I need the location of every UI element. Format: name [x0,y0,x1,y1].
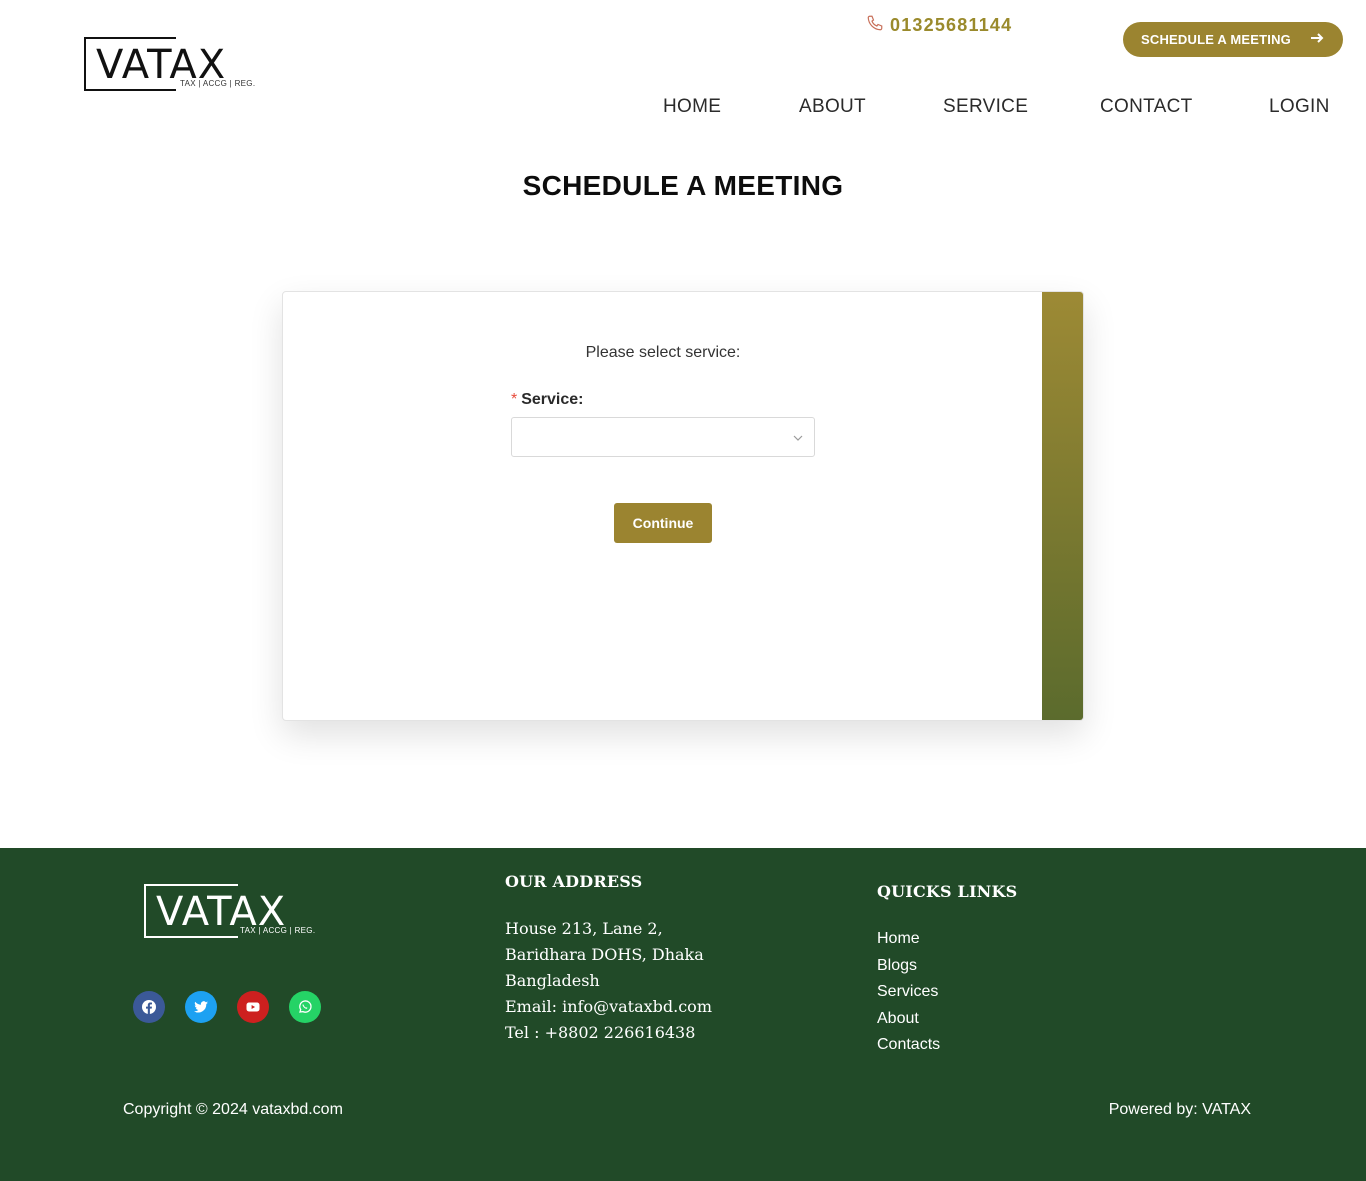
nav-login[interactable]: LOGIN [1269,96,1330,118]
address-line: House 213, Lane 2, [505,919,663,938]
header-phone[interactable]: 01325681144 [866,14,1012,37]
site-footer: VATAX TAX | ACCG | REG. OUR ADDRESS Hous… [0,848,1366,1181]
phone-number: 01325681144 [890,15,1013,35]
phone-icon [866,14,884,37]
address-line: Baridhara DOHS, Dhaka [505,945,704,964]
twitter-icon[interactable] [185,991,217,1023]
footer-logo-tagline: TAX | ACCG | REG. [240,926,316,935]
header-logo[interactable]: VATAX TAX | ACCG | REG. [84,37,264,93]
nav-about[interactable]: ABOUT [799,96,866,118]
footer-link-blogs[interactable]: Blogs [877,953,940,980]
youtube-icon[interactable] [237,991,269,1023]
schedule-form-card: Please select service: * Service: Continu… [282,291,1084,721]
address-phone[interactable]: Tel : +8802 226616438 [505,1020,712,1046]
address-title: OUR ADDRESS [505,872,643,891]
nav-service[interactable]: SERVICE [943,96,1028,118]
footer-link-services[interactable]: Services [877,979,940,1006]
footer-link-home[interactable]: Home [877,926,940,953]
nav-contact[interactable]: CONTACT [1100,96,1193,118]
powered-by-text: Powered by: VATAX [1108,1101,1251,1118]
continue-button[interactable]: Continue [614,503,712,543]
address-block: House 213, Lane 2, Baridhara DOHS, Dhaka… [505,916,712,1046]
social-links [133,991,321,1023]
logo-tagline: TAX | ACCG | REG. [180,79,256,88]
nav-home[interactable]: HOME [663,96,721,118]
arrow-right-icon [1309,30,1325,49]
address-email[interactable]: Email: info@vataxbd.com [505,994,712,1020]
service-select[interactable] [511,417,815,457]
main-nav: HOME ABOUT SERVICE CONTACT LOGIN [0,96,1366,122]
facebook-icon[interactable] [133,991,165,1023]
page-title: SCHEDULE A MEETING [522,170,844,201]
quick-links-title: QUICKS LINKS [877,882,1018,901]
address-line: Bangladesh [505,971,600,990]
service-prompt: Please select service: [585,344,741,361]
footer-link-contacts[interactable]: Contacts [877,1032,940,1059]
schedule-meeting-button[interactable]: SCHEDULE A MEETING [1123,22,1343,57]
footer-link-about[interactable]: About [877,1006,940,1033]
service-field-label: * Service: [511,391,584,409]
card-accent-bar [1042,292,1083,720]
required-mark: * [511,391,518,408]
whatsapp-icon[interactable] [289,991,321,1023]
footer-logo[interactable]: VATAX TAX | ACCG | REG. [144,884,324,938]
service-label-text: Service: [521,391,584,408]
quick-links: Home Blogs Services About Contacts [877,926,940,1059]
schedule-meeting-label: SCHEDULE A MEETING [1141,32,1291,47]
copyright-text: Copyright © 2024 vataxbd.com [123,1101,343,1118]
